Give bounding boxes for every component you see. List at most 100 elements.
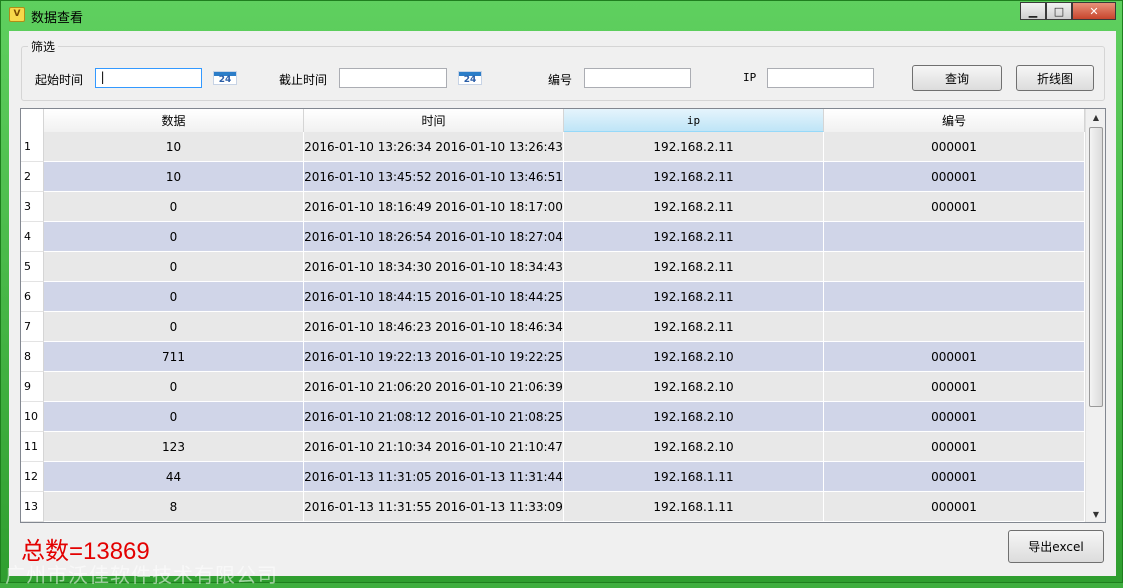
cell-data[interactable]: 0 — [44, 312, 304, 342]
scroll-up-icon[interactable]: ▲ — [1086, 109, 1105, 125]
cell-time[interactable]: 2016-01-10 13:45:52 2016-01-10 13:46:51 — [304, 162, 564, 192]
cell-data[interactable]: 44 — [44, 462, 304, 492]
cell-data[interactable]: 0 — [44, 372, 304, 402]
grid-corner[interactable] — [21, 109, 44, 132]
cell-time[interactable]: 2016-01-10 21:08:12 2016-01-10 21:08:25 — [304, 402, 564, 432]
cell-time[interactable]: 2016-01-10 21:10:34 2016-01-10 21:10:47 — [304, 432, 564, 462]
cell-id[interactable]: 000001 — [824, 492, 1085, 522]
cell-time[interactable]: 2016-01-10 19:22:13 2016-01-10 19:22:25 — [304, 342, 564, 372]
cell-data[interactable]: 123 — [44, 432, 304, 462]
table-row[interactable]: 11 123 2016-01-10 21:10:34 2016-01-10 21:1… — [21, 432, 1085, 462]
row-header[interactable]: 1 — [21, 132, 44, 162]
cell-ip[interactable]: 192.168.2.11 — [564, 222, 824, 252]
cell-ip[interactable]: 192.168.2.11 — [564, 252, 824, 282]
column-header-id[interactable]: 编号 — [824, 109, 1085, 132]
data-grid[interactable]: 数据 时间 ip 编号 1 10 2016-01-10 13:26:34 2016-… — [20, 108, 1106, 523]
cell-data[interactable]: 10 — [44, 132, 304, 162]
minimize-button[interactable]: ▁ — [1020, 2, 1046, 20]
column-header-data[interactable]: 数据 — [44, 109, 304, 132]
cell-ip[interactable]: 192.168.2.10 — [564, 432, 824, 462]
row-header[interactable]: 10 — [21, 402, 44, 432]
table-row[interactable]: 4 0 2016-01-10 18:26:54 2016-01-10 18:27:0… — [21, 222, 1085, 252]
maximize-button[interactable]: □ — [1046, 2, 1072, 20]
cell-id[interactable] — [824, 312, 1085, 342]
row-header[interactable]: 13 — [21, 492, 44, 522]
ip-input[interactable] — [767, 68, 874, 88]
cell-data[interactable]: 0 — [44, 192, 304, 222]
column-header-ip[interactable]: ip — [564, 109, 824, 132]
cell-ip[interactable]: 192.168.1.11 — [564, 462, 824, 492]
cell-time[interactable]: 2016-01-10 18:26:54 2016-01-10 18:27:04 — [304, 222, 564, 252]
start-calendar-icon[interactable]: 24 — [213, 71, 237, 85]
cell-id[interactable] — [824, 252, 1085, 282]
cell-id[interactable]: 000001 — [824, 402, 1085, 432]
cell-time[interactable]: 2016-01-10 18:46:23 2016-01-10 18:46:34 — [304, 312, 564, 342]
cell-time[interactable]: 2016-01-10 18:16:49 2016-01-10 18:17:00 — [304, 192, 564, 222]
vertical-scrollbar[interactable]: ▲ ▼ — [1085, 109, 1105, 522]
table-row[interactable]: 2 10 2016-01-10 13:45:52 2016-01-10 13:46:… — [21, 162, 1085, 192]
scroll-down-icon[interactable]: ▼ — [1086, 506, 1105, 522]
cell-data[interactable]: 0 — [44, 282, 304, 312]
cell-ip[interactable]: 192.168.2.11 — [564, 132, 824, 162]
row-header[interactable]: 9 — [21, 372, 44, 402]
row-header[interactable]: 7 — [21, 312, 44, 342]
cell-id[interactable] — [824, 282, 1085, 312]
cell-ip[interactable]: 192.168.2.11 — [564, 162, 824, 192]
cell-id[interactable]: 000001 — [824, 432, 1085, 462]
cell-ip[interactable]: 192.168.2.10 — [564, 402, 824, 432]
cell-ip[interactable]: 192.168.2.11 — [564, 312, 824, 342]
column-header-time[interactable]: 时间 — [304, 109, 564, 132]
table-row[interactable]: 12 44 2016-01-13 11:31:05 2016-01-13 11:31… — [21, 462, 1085, 492]
table-row[interactable]: 10 0 2016-01-10 21:08:12 2016-01-10 21:08:… — [21, 402, 1085, 432]
table-row[interactable]: 8 711 2016-01-10 19:22:13 2016-01-10 19:22… — [21, 342, 1085, 372]
end-calendar-icon[interactable]: 24 — [458, 71, 482, 85]
cell-id[interactable] — [824, 222, 1085, 252]
title-bar[interactable]: V 数据查看 ▁ □ ✕ — [1, 1, 1122, 29]
cell-time[interactable]: 2016-01-10 18:44:15 2016-01-10 18:44:25 — [304, 282, 564, 312]
cell-data[interactable]: 0 — [44, 222, 304, 252]
cell-id[interactable]: 000001 — [824, 462, 1085, 492]
table-row[interactable]: 7 0 2016-01-10 18:46:23 2016-01-10 18:46:3… — [21, 312, 1085, 342]
cell-data[interactable]: 0 — [44, 252, 304, 282]
row-header[interactable]: 3 — [21, 192, 44, 222]
cell-ip[interactable]: 192.168.2.10 — [564, 342, 824, 372]
query-button[interactable]: 查询 — [912, 65, 1002, 91]
row-header[interactable]: 5 — [21, 252, 44, 282]
cell-time[interactable]: 2016-01-10 21:06:20 2016-01-10 21:06:39 — [304, 372, 564, 402]
table-row[interactable]: 9 0 2016-01-10 21:06:20 2016-01-10 21:06:3… — [21, 372, 1085, 402]
cell-id[interactable]: 000001 — [824, 342, 1085, 372]
id-input[interactable] — [584, 68, 691, 88]
cell-data[interactable]: 711 — [44, 342, 304, 372]
table-row[interactable]: 1 10 2016-01-10 13:26:34 2016-01-10 13:26:… — [21, 132, 1085, 162]
cell-data[interactable]: 8 — [44, 492, 304, 522]
cell-data[interactable]: 0 — [44, 402, 304, 432]
export-excel-button[interactable]: 导出excel — [1008, 530, 1104, 563]
table-row[interactable]: 5 0 2016-01-10 18:34:30 2016-01-10 18:34:4… — [21, 252, 1085, 282]
row-header[interactable]: 8 — [21, 342, 44, 372]
close-button[interactable]: ✕ — [1072, 2, 1116, 20]
start-time-input[interactable]: | — [95, 68, 202, 88]
cell-ip[interactable]: 192.168.1.11 — [564, 492, 824, 522]
cell-ip[interactable]: 192.168.2.10 — [564, 372, 824, 402]
table-row[interactable]: 13 8 2016-01-13 11:31:55 2016-01-13 11:33:… — [21, 492, 1085, 522]
cell-id[interactable]: 000001 — [824, 192, 1085, 222]
cell-id[interactable]: 000001 — [824, 162, 1085, 192]
cell-id[interactable]: 000001 — [824, 372, 1085, 402]
cell-data[interactable]: 10 — [44, 162, 304, 192]
row-header[interactable]: 2 — [21, 162, 44, 192]
cell-time[interactable]: 2016-01-10 13:26:34 2016-01-10 13:26:43 — [304, 132, 564, 162]
table-row[interactable]: 6 0 2016-01-10 18:44:15 2016-01-10 18:44:2… — [21, 282, 1085, 312]
cell-ip[interactable]: 192.168.2.11 — [564, 192, 824, 222]
cell-time[interactable]: 2016-01-10 18:34:30 2016-01-10 18:34:43 — [304, 252, 564, 282]
cell-id[interactable]: 000001 — [824, 132, 1085, 162]
cell-time[interactable]: 2016-01-13 11:31:05 2016-01-13 11:31:44 — [304, 462, 564, 492]
cell-time[interactable]: 2016-01-13 11:31:55 2016-01-13 11:33:09 — [304, 492, 564, 522]
line-chart-button[interactable]: 折线图 — [1016, 65, 1094, 91]
row-header[interactable]: 11 — [21, 432, 44, 462]
row-header[interactable]: 6 — [21, 282, 44, 312]
scroll-thumb[interactable] — [1089, 127, 1103, 407]
row-header[interactable]: 12 — [21, 462, 44, 492]
end-time-input[interactable] — [339, 68, 447, 88]
table-row[interactable]: 3 0 2016-01-10 18:16:49 2016-01-10 18:17:0… — [21, 192, 1085, 222]
row-header[interactable]: 4 — [21, 222, 44, 252]
